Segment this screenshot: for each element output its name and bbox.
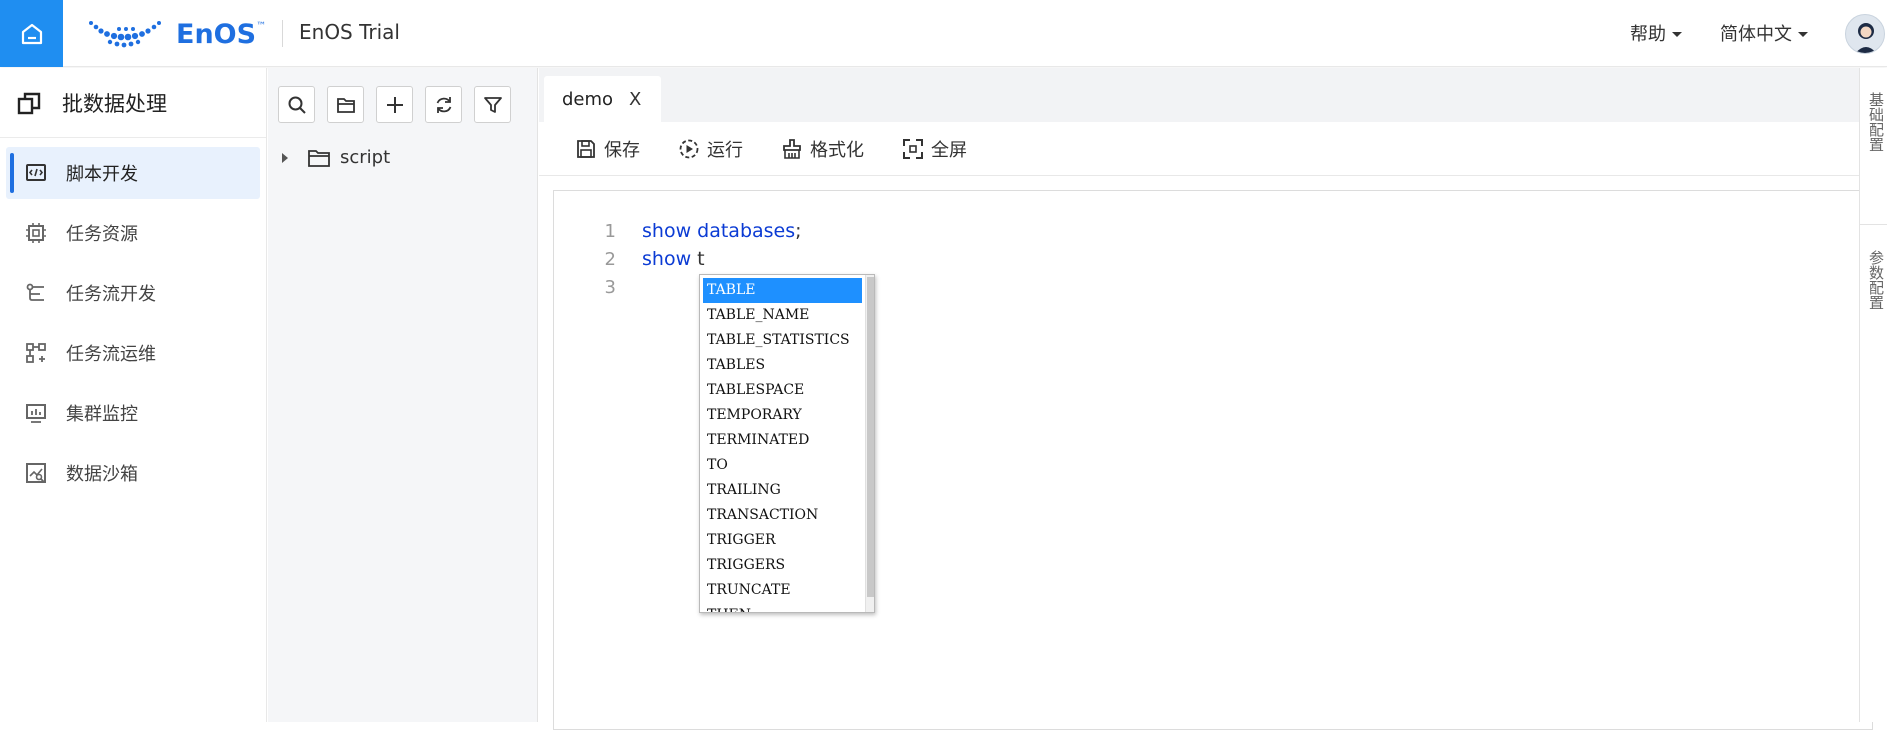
line-number: 2	[604, 248, 616, 270]
refresh-button[interactable]	[425, 86, 462, 123]
autocomplete-item[interactable]: TABLESPACE	[700, 378, 874, 403]
save-label: 保存	[604, 139, 640, 161]
autocomplete-scrollbar[interactable]	[865, 275, 874, 612]
autocomplete-item[interactable]: TRIGGERS	[700, 553, 874, 578]
line-number: 3	[604, 276, 616, 298]
tab-demo[interactable]: demo X	[544, 76, 661, 122]
tree-toolbar	[268, 68, 537, 123]
add-icon	[386, 96, 403, 113]
script-dev-icon	[24, 161, 48, 185]
fullscreen-button[interactable]: 全屏	[902, 136, 967, 162]
caret-right-icon[interactable]	[282, 152, 288, 163]
sidebar-item-script-dev[interactable]: 脚本开发	[6, 147, 260, 199]
fullscreen-label: 全屏	[931, 139, 967, 161]
user-icon	[1855, 23, 1877, 53]
autocomplete-dropdown: TABLE TABLE_NAME TABLE_STATISTICS TABLES…	[699, 274, 875, 613]
save-button[interactable]: 保存	[575, 136, 640, 162]
enos-logo[interactable]: EnOS ™	[88, 14, 266, 54]
workflow-dev-icon	[24, 281, 48, 305]
sidebar-item-label: 任务资源	[66, 224, 138, 245]
top-bar: EnOS ™ EnOS Trial 帮助 简体中文	[0, 0, 1887, 67]
format-icon	[783, 138, 801, 159]
search-button[interactable]	[278, 86, 315, 123]
user-avatar[interactable]	[1845, 14, 1885, 54]
tab-label: demo	[562, 88, 614, 110]
sidebar-item-task-resource[interactable]: 任务资源	[6, 207, 260, 259]
task-resource-icon	[24, 221, 48, 245]
autocomplete-item[interactable]: TO	[700, 453, 874, 478]
format-label: 格式化	[810, 139, 864, 161]
logo-tm: ™	[256, 20, 267, 32]
folder-icon	[336, 97, 355, 113]
autocomplete-item[interactable]: TRIGGER	[700, 528, 874, 553]
workflow-ops-icon	[24, 341, 48, 365]
run-icon	[679, 139, 699, 158]
logo-text: EnOS	[176, 18, 257, 50]
sidebar-item-label: 任务流开发	[66, 284, 156, 305]
language-menu[interactable]: 简体中文	[1720, 20, 1808, 46]
sidebar-item-label: 任务流运维	[66, 344, 156, 365]
autocomplete-item[interactable]: TERMINATED	[700, 428, 874, 453]
autocomplete-item[interactable]: TABLE_NAME	[700, 303, 874, 328]
app-title: EnOS Trial	[299, 20, 400, 44]
new-folder-button[interactable]	[327, 86, 364, 123]
autocomplete-item[interactable]: TABLE	[703, 278, 862, 303]
file-tree-panel: script	[268, 68, 538, 722]
side-tab-param-config[interactable]: 参数配置	[1867, 250, 1885, 310]
code-text: show databases;	[642, 220, 802, 242]
home-icon	[21, 23, 42, 44]
data-sandbox-icon	[24, 461, 48, 485]
filter-icon	[483, 96, 502, 113]
line-number: 1	[604, 220, 616, 242]
batch-processing-icon	[17, 92, 41, 114]
refresh-icon	[436, 96, 451, 113]
side-tab-divider	[1860, 224, 1887, 225]
sidebar-item-cluster-monitor[interactable]: 集群监控	[6, 387, 260, 439]
sidebar-header: 批数据处理	[0, 68, 266, 138]
run-label: 运行	[707, 139, 743, 161]
side-tab-basic-config[interactable]: 基础配置	[1867, 92, 1885, 152]
code-text: show t	[642, 248, 705, 270]
scrollbar-thumb[interactable]	[867, 277, 874, 597]
tab-strip: demo X	[539, 68, 1859, 122]
sidebar-item-label: 数据沙箱	[66, 464, 138, 485]
autocomplete-item[interactable]: THEN	[700, 603, 874, 612]
run-button[interactable]: 运行	[678, 136, 743, 162]
search-icon	[288, 96, 306, 114]
title-divider	[282, 20, 283, 47]
autocomplete-item[interactable]: TRUNCATE	[700, 578, 874, 603]
sidebar-item-workflow-ops[interactable]: 任务流运维	[6, 327, 260, 379]
autocomplete-item[interactable]: TRAILING	[700, 478, 874, 503]
home-button[interactable]	[0, 0, 63, 67]
tree-node-script[interactable]: script	[268, 147, 537, 168]
chevron-down-icon	[1798, 31, 1808, 37]
fullscreen-icon	[903, 138, 923, 159]
folder-icon	[308, 149, 330, 167]
sidebar-item-label: 集群监控	[66, 404, 138, 425]
save-icon	[577, 139, 595, 158]
sidebar-title: 批数据处理	[62, 91, 167, 116]
help-menu-label: 帮助	[1630, 24, 1666, 45]
help-menu[interactable]: 帮助	[1630, 20, 1682, 46]
autocomplete-item[interactable]: TRANSACTION	[700, 503, 874, 528]
cluster-monitor-icon	[24, 401, 48, 425]
autocomplete-item[interactable]: TABLE_STATISTICS	[700, 328, 874, 353]
sidebar-item-workflow-dev[interactable]: 任务流开发	[6, 267, 260, 319]
add-button[interactable]	[376, 86, 413, 123]
autocomplete-item[interactable]: TABLES	[700, 353, 874, 378]
filter-button[interactable]	[474, 86, 511, 123]
editor-toolbar: 保存 运行 格式化 全屏	[539, 122, 1859, 176]
format-button[interactable]: 格式化	[781, 136, 864, 162]
close-icon[interactable]: X	[629, 89, 641, 110]
sidebar-item-data-sandbox[interactable]: 数据沙箱	[6, 447, 260, 499]
sidebar-item-label: 脚本开发	[66, 164, 138, 185]
autocomplete-item[interactable]: TEMPORARY	[700, 403, 874, 428]
tree-node-label: script	[340, 147, 391, 168]
right-side-panel: 基础配置 参数配置	[1859, 68, 1887, 722]
language-menu-label: 简体中文	[1720, 24, 1792, 45]
sidebar: 批数据处理 脚本开发 任务资源 任务流开发 任务流运维 集群监控 数据沙箱	[0, 68, 267, 722]
logo-mark-icon	[89, 21, 161, 48]
chevron-down-icon	[1672, 31, 1682, 37]
